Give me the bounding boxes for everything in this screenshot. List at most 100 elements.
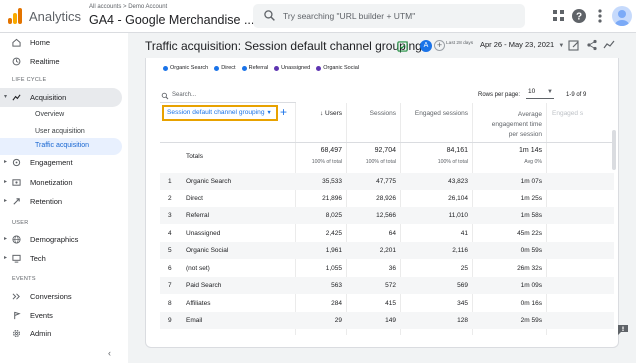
legend-dot — [316, 65, 322, 71]
retention-icon — [13, 198, 20, 205]
column-header-avg-engagement[interactable]: Average engagement time per session — [476, 110, 542, 140]
legend-item[interactable]: Unassigned — [274, 65, 310, 71]
row-engaged: 26,104 — [448, 195, 468, 202]
sidebar-item-engagement[interactable]: ▸ Engagement — [0, 153, 122, 172]
table-row[interactable]: 5 Organic Social 1,961 2,201 2,116 0m 59… — [160, 242, 614, 259]
customize-report-icon[interactable] — [568, 39, 580, 51]
legend-item[interactable]: Direct — [214, 65, 236, 71]
sidebar-item-label: Engagement — [30, 158, 73, 167]
gear-icon — [12, 329, 21, 338]
section-label-user: USER — [12, 220, 29, 226]
table-row[interactable]: 3 Referral 8,025 12,566 11,010 1m 58s — [160, 207, 614, 224]
row-label: Organic Social — [186, 247, 229, 254]
table-scrollbar[interactable] — [612, 130, 616, 170]
dimension-name: Session default channel grouping — [167, 109, 265, 116]
analytics-logo-icon[interactable] — [8, 8, 22, 24]
row-users: 563 — [331, 282, 342, 289]
sidebar-item-admin[interactable]: Admin — [0, 324, 122, 343]
search-placeholder: Try searching "URL builder + UTM" — [283, 11, 416, 21]
row-number: 5 — [168, 247, 172, 254]
row-label: (not set) — [186, 265, 210, 272]
table-row[interactable]: 9 Email 29 149 128 2m 59s — [160, 312, 614, 329]
insights-icon[interactable] — [603, 39, 615, 51]
sidebar-item-demographics[interactable]: ▸ Demographics — [0, 230, 122, 249]
table-row[interactable]: 8 Affiliates 284 415 345 0m 16s — [160, 295, 614, 312]
table-row[interactable]: 2 Direct 21,896 28,926 26,104 1m 25s — [160, 190, 614, 207]
table-search-input[interactable]: Search... — [160, 89, 296, 103]
sidebar-item-label: Monetization — [30, 178, 73, 187]
sidebar-item-acquisition[interactable]: ▾ Acquisition — [0, 88, 122, 107]
column-header-engaged-cut[interactable]: Engaged s — [552, 110, 612, 117]
header-divider — [160, 142, 614, 143]
sidebar-item-retention[interactable]: ▸ Retention — [0, 192, 122, 211]
row-label: Organic Search — [186, 178, 232, 185]
legend-label: Referral — [248, 65, 269, 71]
more-vert-icon[interactable] — [592, 8, 608, 24]
report-check-icon[interactable] — [397, 41, 408, 52]
help-icon[interactable]: ? — [571, 8, 587, 24]
table-row[interactable]: 7 Paid Search 563 572 569 1m 09s — [160, 277, 614, 294]
row-sessions: 47,775 — [376, 178, 396, 185]
sidebar-sub-overview[interactable]: Overview — [0, 107, 122, 124]
chevron-right-icon: ▸ — [4, 236, 8, 242]
apps-grid-icon[interactable] — [551, 8, 567, 24]
pagination-status: 1-9 of 9 — [566, 92, 587, 98]
property-selector[interactable]: GA4 - Google Merchandise ...▼ — [89, 13, 265, 27]
row-users: 284 — [331, 300, 342, 307]
sidebar-item-label: Admin — [30, 329, 52, 338]
sidebar-item-conversions[interactable]: Conversions — [0, 287, 122, 306]
sidebar-item-label: Home — [30, 38, 51, 47]
chevron-right-icon: ▸ — [4, 255, 8, 261]
table-row[interactable]: 1 Organic Search 35,533 47,775 43,823 1m… — [160, 173, 614, 190]
add-comparison-icon[interactable]: + — [434, 40, 445, 51]
legend-item[interactable]: Referral — [241, 65, 269, 71]
legend-item[interactable]: Organic Search — [163, 65, 208, 71]
row-number: 2 — [168, 195, 172, 202]
collapse-sidebar-icon[interactable]: ‹ — [108, 348, 111, 358]
column-header-users[interactable]: ↓ Users — [300, 110, 342, 117]
account-avatar[interactable] — [612, 6, 632, 26]
table-row[interactable]: 6 (not set) 1,055 36 25 26m 32s — [160, 260, 614, 277]
sidebar-item-tech[interactable]: ▸ Tech — [0, 249, 122, 268]
share-icon[interactable] — [586, 39, 598, 51]
sidebar-item-realtime[interactable]: Realtime — [0, 52, 122, 71]
row-users: 35,533 — [322, 178, 342, 185]
sidebar-item-home[interactable]: Home — [0, 33, 122, 52]
feedback-icon[interactable] — [617, 324, 629, 336]
table-row[interactable]: 4 Unassigned 2,425 64 41 45m 22s — [160, 225, 614, 242]
sidebar-item-monetization[interactable]: ▸ Monetization — [0, 173, 122, 192]
row-users: 1,055 — [325, 265, 342, 272]
home-icon — [12, 38, 21, 47]
sidebar-item-label: Retention — [30, 197, 63, 206]
tech-icon — [12, 254, 21, 263]
row-label: Unassigned — [186, 230, 221, 237]
column-header-sessions[interactable]: Sessions — [350, 110, 396, 117]
legend-item[interactable]: Organic Social — [316, 65, 359, 71]
sidebar-item-label: Demographics — [30, 235, 79, 244]
section-label-events: EVENTS — [12, 276, 36, 282]
row-avg: 26m 32s — [517, 265, 542, 272]
section-label-lifecycle: LIFE CYCLE — [12, 77, 47, 83]
globe-icon — [12, 235, 21, 244]
date-range-value: Apr 26 - May 23, 2021 — [480, 40, 555, 49]
add-dimension-button[interactable]: + — [280, 106, 287, 118]
search-input[interactable]: Try searching "URL builder + UTM" — [253, 4, 525, 28]
dimension-selector[interactable]: Session default channel grouping ▼ — [162, 105, 278, 121]
total-avg-share: Avg 0% — [524, 159, 542, 165]
rows-per-page-select[interactable]: 10 ▼ — [526, 88, 554, 99]
row-avg: 45m 22s — [517, 230, 542, 237]
legend-label: Unassigned — [281, 65, 311, 71]
engagement-icon — [12, 158, 21, 167]
page-title: Traffic acquisition: Session default cha… — [145, 39, 422, 53]
row-label: Referral — [186, 212, 210, 219]
app-name: Analytics — [29, 9, 82, 24]
sidebar-item-label: Acquisition — [30, 93, 67, 102]
comparison-badge[interactable]: A — [420, 40, 432, 52]
row-users: 21,896 — [322, 195, 342, 202]
date-range-picker[interactable]: Apr 26 - May 23, 2021 ▼ — [480, 40, 564, 49]
column-header-engaged-sessions[interactable]: Engaged sessions — [404, 110, 468, 117]
row-avg: 0m 59s — [520, 247, 542, 254]
sidebar-sub-label: Overview — [35, 111, 65, 118]
sidebar-item-events[interactable]: Events — [0, 306, 122, 325]
breadcrumb[interactable]: All accounts > Demo Account — [89, 4, 167, 10]
